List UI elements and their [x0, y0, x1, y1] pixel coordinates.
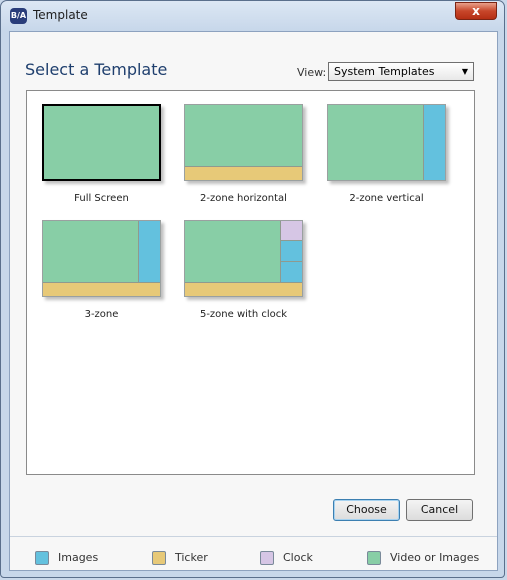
- clock-swatch: [260, 551, 274, 565]
- legend-divider: [10, 536, 497, 537]
- legend-label: Video or Images: [390, 551, 480, 564]
- legend-label: Images: [58, 551, 99, 564]
- view-dropdown[interactable]: System Templates ▼: [328, 62, 474, 81]
- close-icon: x: [472, 4, 480, 18]
- legend: Images Ticker Clock Video or Images: [10, 542, 497, 572]
- template-gallery: Full Screen 2-zone horizontal 2-zone ver…: [26, 90, 475, 475]
- choose-button[interactable]: Choose: [333, 499, 400, 521]
- template-label: Full Screen: [74, 193, 129, 204]
- view-label: View:: [297, 66, 327, 79]
- template-thumbnail: [42, 104, 161, 181]
- template-thumbnail: [184, 104, 303, 181]
- close-button[interactable]: x: [455, 2, 497, 20]
- template-2-zone-horizontal[interactable]: 2-zone horizontal: [184, 104, 309, 214]
- template-full-screen[interactable]: Full Screen: [42, 104, 167, 214]
- video-swatch: [367, 551, 381, 565]
- legend-label: Clock: [283, 551, 313, 564]
- window-title: Template: [33, 8, 88, 22]
- title-bar[interactable]: B/A Template x: [1, 1, 504, 31]
- images-zone: [423, 105, 445, 180]
- page-title: Select a Template: [25, 60, 168, 79]
- clock-zone: [280, 221, 302, 241]
- app-icon: B/A: [10, 8, 27, 24]
- view-dropdown-value: System Templates: [334, 65, 435, 78]
- ticker-zone: [185, 282, 302, 296]
- images-zone: [280, 240, 302, 262]
- template-thumbnail: [42, 220, 161, 297]
- cancel-button[interactable]: Cancel: [406, 499, 473, 521]
- template-label: 2-zone vertical: [349, 193, 424, 204]
- template-2-zone-vertical[interactable]: 2-zone vertical: [327, 104, 452, 214]
- template-dialog: B/A Template x Select a Template View: S…: [0, 0, 505, 578]
- dropdown-arrow-icon: ▼: [461, 67, 468, 76]
- template-5-zone-with-clock[interactable]: 5-zone with clock: [184, 220, 309, 330]
- template-label: 2-zone horizontal: [200, 193, 287, 204]
- template-label: 5-zone with clock: [199, 309, 288, 320]
- template-thumbnail: [327, 104, 446, 181]
- template-label: 3-zone: [84, 309, 119, 320]
- images-zone: [138, 221, 160, 283]
- dialog-body: Select a Template View: System Templates…: [9, 31, 498, 571]
- images-zone: [280, 261, 302, 283]
- template-3-zone[interactable]: 3-zone: [42, 220, 167, 330]
- images-swatch: [35, 551, 49, 565]
- ticker-zone: [185, 166, 302, 180]
- ticker-zone: [43, 282, 160, 296]
- template-thumbnail: [184, 220, 303, 297]
- ticker-swatch: [152, 551, 166, 565]
- legend-label: Ticker: [175, 551, 208, 564]
